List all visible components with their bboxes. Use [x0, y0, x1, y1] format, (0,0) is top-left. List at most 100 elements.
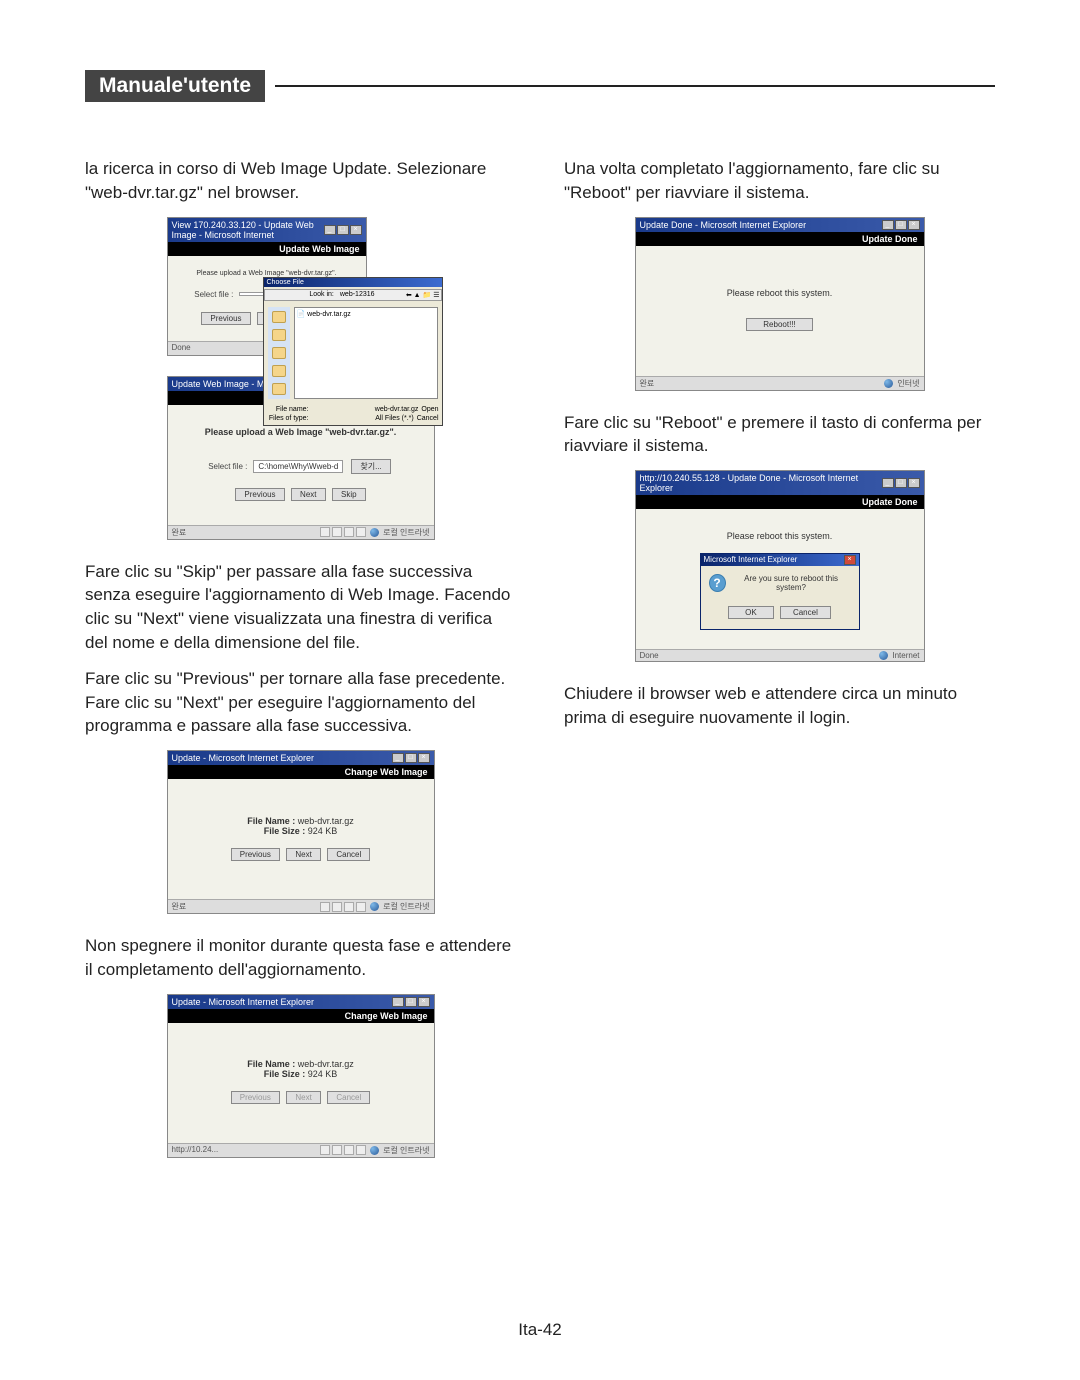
next-button: Next — [286, 1091, 320, 1104]
file-name-label: File Name : — [247, 1059, 295, 1069]
status-left: 완료 — [640, 378, 655, 389]
filename-input[interactable]: web-dvr.tar.gz — [312, 406, 419, 413]
close-icon[interactable]: × — [418, 997, 430, 1007]
window-band: Update Web Image — [168, 242, 366, 256]
confirm-dialog: Microsoft Internet Explorer × ? Are you … — [700, 553, 860, 630]
left-para-3: Fare clic su "Previous" per tornare alla… — [85, 667, 516, 738]
my-documents-icon[interactable] — [272, 347, 286, 359]
right-para-3: Chiudere il browser web e attendere circ… — [564, 682, 995, 730]
window-band: Change Web Image — [168, 765, 434, 779]
screenshot-upload-with-filedialog: View 170.240.33.120 - Update Web Image -… — [167, 217, 435, 356]
page-number: Ita-42 — [518, 1320, 561, 1340]
skip-button[interactable]: Skip — [332, 488, 366, 501]
next-button[interactable]: Next — [291, 488, 325, 501]
close-icon[interactable]: × — [418, 753, 430, 763]
maximize-icon[interactable]: □ — [895, 478, 907, 488]
select-file-label: Select file : — [194, 290, 233, 299]
next-button[interactable]: Next — [286, 848, 320, 861]
globe-icon — [370, 902, 379, 911]
status-right: 인터넷 — [897, 378, 919, 389]
lookin-dropdown[interactable]: web-12316 — [340, 291, 400, 299]
globe-icon — [879, 651, 888, 660]
minimize-icon[interactable]: _ — [392, 997, 404, 1007]
file-size-value: 924 KB — [308, 826, 338, 836]
close-icon[interactable]: × — [844, 555, 856, 565]
file-size-label: File Size : — [264, 826, 306, 836]
close-icon[interactable]: × — [908, 478, 920, 488]
right-para-1: Una volta completato l'aggiornamento, fa… — [564, 157, 995, 205]
filename-label: File name: — [267, 406, 309, 413]
cancel-button[interactable]: Cancel — [780, 606, 831, 619]
status-left: Done — [640, 651, 659, 660]
network-icon[interactable] — [272, 383, 286, 395]
right-column: Una volta completato l'aggiornamento, fa… — [564, 157, 995, 1178]
upload-message: Please upload a Web Image "web-dvr.tar.g… — [182, 270, 352, 277]
globe-icon — [884, 379, 893, 388]
minimize-icon[interactable]: _ — [882, 220, 894, 230]
my-computer-icon[interactable] — [272, 365, 286, 377]
close-icon[interactable]: × — [350, 225, 362, 235]
status-left: 완료 — [172, 901, 187, 912]
status-left: http://10.24... — [172, 1145, 219, 1156]
recent-icon[interactable] — [272, 311, 286, 323]
maximize-icon[interactable]: □ — [895, 220, 907, 230]
header-bar: Manuale'utente — [85, 70, 995, 102]
previous-button[interactable]: Previous — [235, 488, 284, 501]
window-title: Update Done - Microsoft Internet Explore… — [640, 220, 807, 230]
status-right: 로컬 인트라넷 — [383, 1145, 429, 1156]
left-para-1: la ricerca in corso di Web Image Update.… — [85, 157, 516, 205]
minimize-icon[interactable]: _ — [324, 225, 336, 235]
status-right: Internet — [892, 651, 919, 660]
previous-button[interactable]: Previous — [231, 848, 280, 861]
window-title: Update - Microsoft Internet Explorer — [172, 997, 315, 1007]
window-title: http://10.240.55.128 - Update Done - Mic… — [640, 473, 882, 493]
upload-message: Please upload a Web Image "web-dvr.tar.g… — [182, 427, 420, 437]
status-left: 완료 — [172, 527, 187, 538]
reboot-message: Please reboot this system. — [650, 531, 910, 541]
previous-button[interactable]: Previous — [201, 312, 250, 325]
file-input[interactable]: C:\home\Why\Wweb-d — [253, 460, 343, 473]
reboot-button[interactable]: Reboot!!! — [746, 318, 812, 331]
window-band: Update Done — [636, 495, 924, 509]
select-file-label: Select file : — [208, 462, 247, 471]
header-line — [275, 85, 995, 87]
maximize-icon[interactable]: □ — [405, 753, 417, 763]
file-name-value: web-dvr.tar.gz — [298, 1059, 354, 1069]
browse-button[interactable]: 찾기... — [351, 459, 390, 474]
file-chooser-dialog: Choose File Look in: web-12316 ⬅ ▲ 📁 ☰ — [263, 277, 443, 426]
close-icon[interactable]: × — [908, 220, 920, 230]
window-title: View 170.240.33.120 - Update Web Image -… — [172, 220, 324, 240]
cancel-button[interactable]: Cancel — [417, 415, 439, 422]
desktop-icon[interactable] — [272, 329, 286, 341]
status-right: 로컬 인트라넷 — [383, 527, 429, 538]
popup-title: Microsoft Internet Explorer — [704, 555, 798, 565]
minimize-icon[interactable]: _ — [882, 478, 894, 488]
left-para-4: Non spegnere il monitor durante questa f… — [85, 934, 516, 982]
filetype-dropdown[interactable]: All Files (*.*) — [312, 415, 414, 422]
open-button[interactable]: Open — [421, 406, 438, 413]
globe-icon — [370, 528, 379, 537]
file-list[interactable]: 📄 web-dvr.tar.gz — [294, 307, 438, 399]
window-band: Change Web Image — [168, 1009, 434, 1023]
file-sidebar — [268, 307, 290, 399]
cancel-button[interactable]: Cancel — [327, 848, 370, 861]
previous-button: Previous — [231, 1091, 280, 1104]
file-name-label: File Name : — [247, 816, 295, 826]
window-band: Update Done — [636, 232, 924, 246]
page-title: Manuale'utente — [85, 70, 265, 102]
cancel-button: Cancel — [327, 1091, 370, 1104]
left-para-2: Fare clic su "Skip" per passare alla fas… — [85, 560, 516, 655]
globe-icon — [370, 1146, 379, 1155]
minimize-icon[interactable]: _ — [392, 753, 404, 763]
file-size-value: 924 KB — [308, 1069, 338, 1079]
status-right: 로컬 인트라넷 — [383, 901, 429, 912]
maximize-icon[interactable]: □ — [337, 225, 349, 235]
status-left: Done — [172, 343, 191, 354]
maximize-icon[interactable]: □ — [405, 997, 417, 1007]
popup-message: Are you sure to reboot this system? — [732, 574, 851, 592]
filetype-label: Files of type: — [267, 415, 309, 422]
window-titlebar: View 170.240.33.120 - Update Web Image -… — [168, 218, 366, 242]
file-size-label: File Size : — [264, 1069, 306, 1079]
question-icon: ? — [709, 574, 726, 592]
ok-button[interactable]: OK — [728, 606, 774, 619]
